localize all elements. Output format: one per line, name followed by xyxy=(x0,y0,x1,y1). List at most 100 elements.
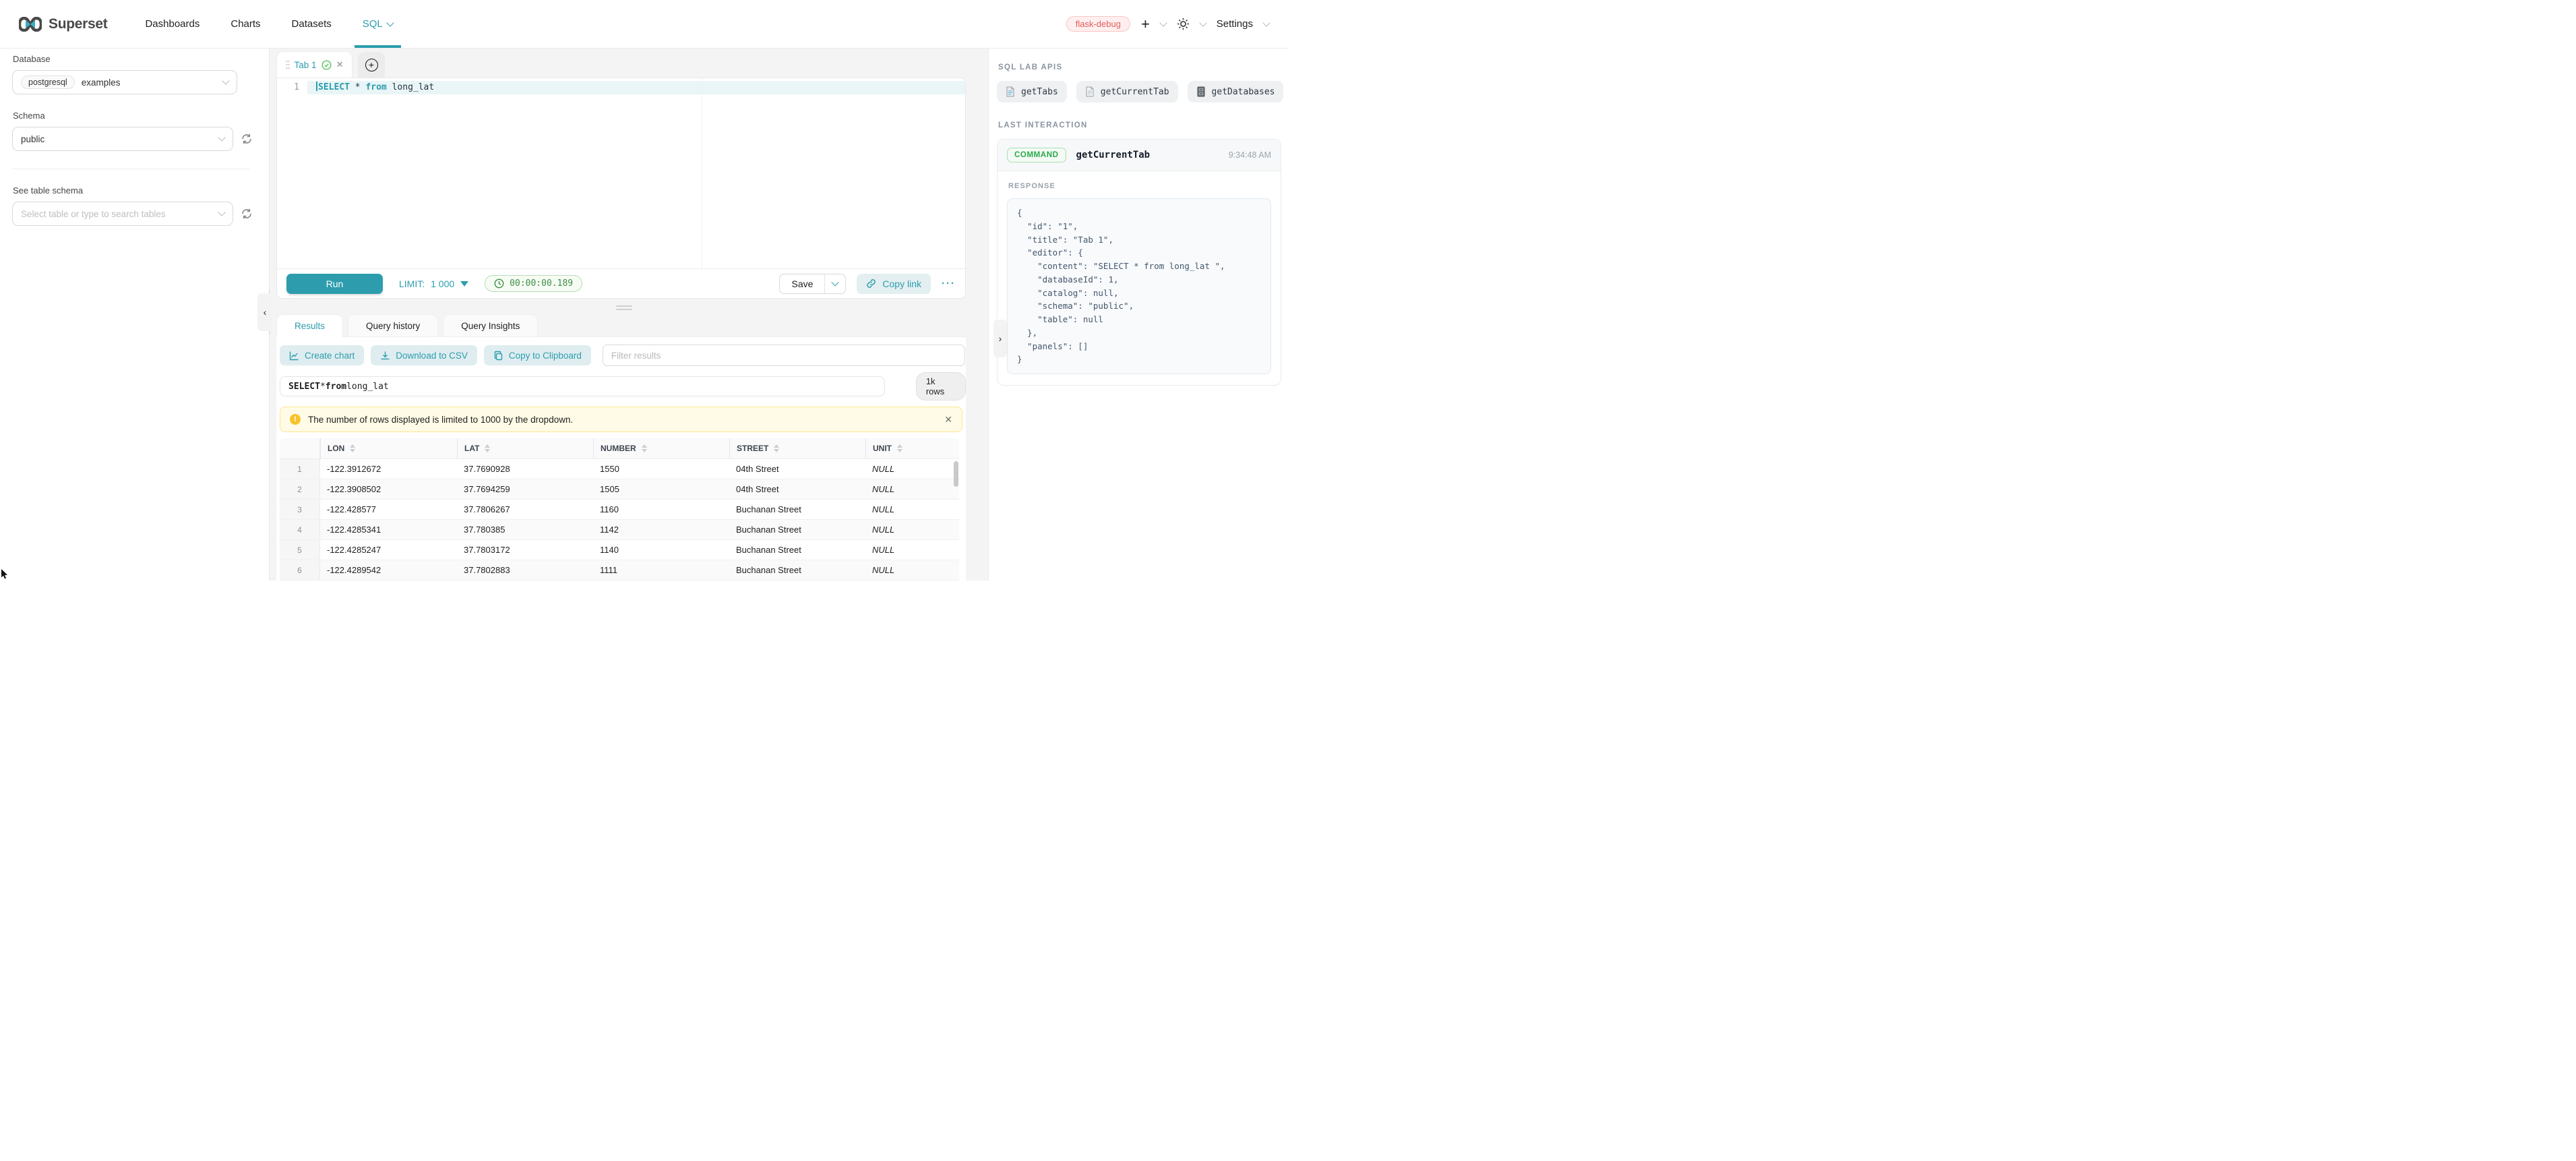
settings-menu[interactable]: Settings xyxy=(1217,18,1253,30)
api-chip-getcurrenttab[interactable]: getCurrentTab xyxy=(1076,81,1178,102)
api-chip-getdatabases[interactable]: getDatabases xyxy=(1188,81,1284,102)
table-cell: 1142 xyxy=(593,520,729,539)
chevron-down-icon[interactable] xyxy=(1159,19,1167,26)
chevron-down-icon[interactable] xyxy=(1199,19,1206,26)
save-button[interactable]: Save xyxy=(780,274,824,293)
table-cell: 37.7802883 xyxy=(457,560,593,580)
command-timestamp: 9:34:48 AM xyxy=(1229,150,1271,160)
collapse-sidebar-button[interactable]: ‹ xyxy=(257,293,272,331)
row-number: 2 xyxy=(280,479,320,499)
table-cell: Buchanan Street xyxy=(729,540,865,560)
vertical-scrollbar[interactable] xyxy=(954,461,958,487)
table-select[interactable]: Select table or type to search tables xyxy=(12,202,233,226)
copy-link-button[interactable]: Copy link xyxy=(857,274,931,294)
api-panel-title: SQL LAB APIS xyxy=(998,63,1283,71)
text-caret xyxy=(316,82,317,91)
column-header-number[interactable]: NUMBER xyxy=(593,438,729,458)
command-badge: COMMAND xyxy=(1007,148,1066,162)
column-header-unit[interactable]: UNIT xyxy=(865,438,959,458)
database-sidebar: Database postgresql examples Schema publ… xyxy=(0,49,270,580)
sql-lab-page: Superset Dashboards Charts Datasets SQL … xyxy=(0,0,1288,580)
save-menu-button[interactable] xyxy=(824,274,845,293)
table-cell: -122.3908502 xyxy=(320,479,457,499)
line-number: 1 xyxy=(277,81,299,94)
results-grid-header: LON LAT NUMBER STREET xyxy=(280,438,959,459)
copy-icon xyxy=(493,351,503,361)
chevron-down-icon xyxy=(218,133,225,141)
table-cell: 37.7694259 xyxy=(457,479,593,499)
tabs-page-icon xyxy=(1006,86,1015,97)
warning-icon: ! xyxy=(290,414,301,425)
tab-results[interactable]: Results xyxy=(276,314,343,337)
chevron-down-icon xyxy=(460,281,468,287)
run-button[interactable]: Run xyxy=(286,274,383,294)
limit-dropdown[interactable]: LIMIT: 1 000 xyxy=(399,278,468,289)
refresh-icon[interactable] xyxy=(241,133,253,145)
sort-icon xyxy=(774,444,779,452)
more-actions-button[interactable]: ··· xyxy=(942,278,956,289)
table-cell: 1550 xyxy=(593,459,729,479)
nav-item-datasets[interactable]: Datasets xyxy=(292,0,332,48)
column-header-lat[interactable]: LAT xyxy=(457,438,593,458)
sql-code-editor[interactable]: 1 SELECT * from long_lat xyxy=(277,78,965,268)
copy-clipboard-button[interactable]: Copy to Clipboard xyxy=(484,345,591,365)
nav-menu: Dashboards Charts Datasets SQL xyxy=(145,0,392,48)
add-tab-button[interactable]: + xyxy=(358,52,385,78)
chart-icon xyxy=(289,351,299,361)
database-select[interactable]: postgresql examples xyxy=(12,70,237,94)
top-nav: Superset Dashboards Charts Datasets SQL … xyxy=(0,0,1288,49)
nav-item-dashboards[interactable]: Dashboards xyxy=(145,0,200,48)
schema-value: public xyxy=(21,134,44,144)
tab-query-insights[interactable]: Query Insights xyxy=(443,314,538,337)
collapse-right-panel-button[interactable]: › xyxy=(993,320,1007,357)
close-icon[interactable]: ✕ xyxy=(944,414,952,425)
table-cell: 1160 xyxy=(593,500,729,519)
column-header-lon[interactable]: LON xyxy=(320,438,457,458)
table-cell: NULL xyxy=(865,500,959,519)
chevron-down-icon xyxy=(386,19,394,26)
interaction-card-header: COMMAND getCurrentTab 9:34:48 AM xyxy=(998,140,1281,171)
superset-brand[interactable]: Superset xyxy=(19,0,107,48)
api-chip-gettabs[interactable]: getTabs xyxy=(997,81,1067,102)
row-number: 4 xyxy=(280,520,320,539)
tab-query-history[interactable]: Query history xyxy=(348,314,438,337)
close-icon[interactable]: ✕ xyxy=(336,59,344,70)
executed-query-preview: SELECT * from long_lat xyxy=(280,376,885,396)
results-grid: LON LAT NUMBER STREET xyxy=(280,438,959,580)
download-csv-button[interactable]: Download to CSV xyxy=(371,345,477,365)
chevron-down-icon[interactable] xyxy=(1262,19,1270,26)
filter-results-input[interactable] xyxy=(603,345,965,366)
sort-icon xyxy=(350,444,355,452)
new-item-button[interactable]: + xyxy=(1141,17,1150,32)
refresh-icon[interactable] xyxy=(241,208,253,220)
api-chip-list: getTabs getCurrentTab xyxy=(997,81,1283,102)
editor-tab[interactable]: Tab 1 ✕ xyxy=(276,51,352,78)
table-row: 2-122.390850237.7694259150504th StreetNU… xyxy=(280,479,959,500)
row-number: 6 xyxy=(280,560,320,580)
table-cell: NULL xyxy=(865,540,959,560)
sun-icon[interactable] xyxy=(1177,18,1190,30)
last-interaction-title: LAST INTERACTION xyxy=(998,121,1283,129)
response-json: { "id": "1", "title": "Tab 1", "editor":… xyxy=(1007,198,1271,374)
panel-resize-handle[interactable] xyxy=(616,305,632,310)
timer-value: 00:00:00.189 xyxy=(510,278,573,289)
table-cell: Buchanan Street xyxy=(729,560,865,580)
schema-label: Schema xyxy=(13,111,257,121)
row-count-badge: 1k rows xyxy=(916,372,966,400)
table-cell: 37.780385 xyxy=(457,520,593,539)
plus-circle-icon: + xyxy=(365,59,378,71)
schema-select[interactable]: public xyxy=(12,127,233,151)
table-schema-label: See table schema xyxy=(13,185,257,196)
table-cell: 04th Street xyxy=(729,479,865,499)
drag-dots-icon[interactable] xyxy=(286,60,290,69)
row-number-header xyxy=(280,438,320,458)
sql-editor-card: 1 SELECT * from long_lat Run LIMIT: 1 00… xyxy=(276,78,966,299)
column-header-street[interactable]: STREET xyxy=(729,438,865,458)
nav-item-charts[interactable]: Charts xyxy=(231,0,260,48)
create-chart-button[interactable]: Create chart xyxy=(280,345,364,365)
chevron-down-icon xyxy=(218,208,225,216)
nav-item-sql[interactable]: SQL xyxy=(363,0,393,48)
row-number: 5 xyxy=(280,540,320,560)
database-label: Database xyxy=(13,54,257,64)
table-select-placeholder: Select table or type to search tables xyxy=(21,209,166,219)
